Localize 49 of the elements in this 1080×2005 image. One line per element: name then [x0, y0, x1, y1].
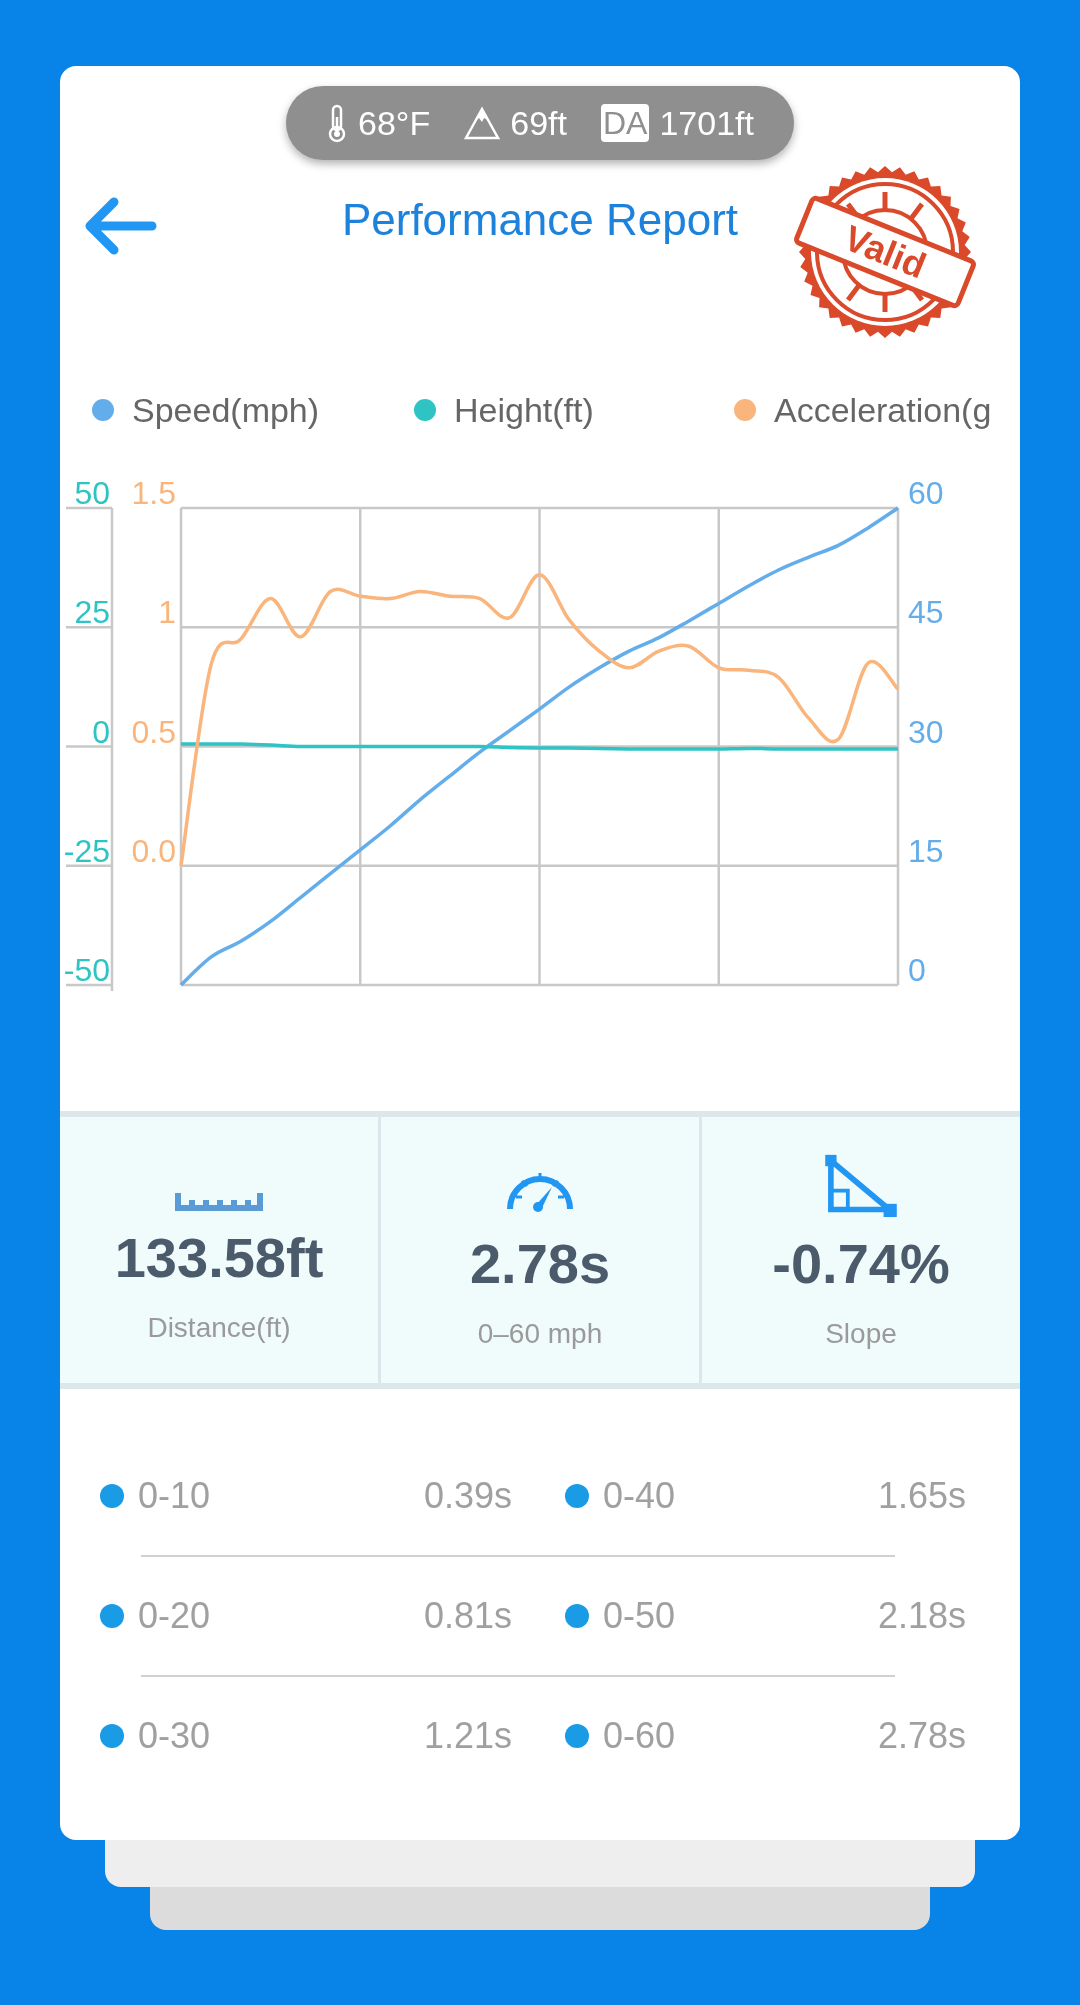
- stat-value: 2.78s: [469, 1231, 611, 1296]
- split-time: 0.81s: [423, 1595, 512, 1637]
- split-label: 0-20: [138, 1595, 211, 1637]
- legend-label: Speed(mph): [132, 390, 320, 430]
- legend-label: Acceleration(g: [774, 390, 992, 430]
- split-label: 0-50: [603, 1595, 676, 1637]
- stat-label: Slope: [825, 1318, 897, 1350]
- axis-label: 0.5: [131, 713, 176, 750]
- axis-label: 0: [92, 713, 110, 750]
- mountain-icon: [464, 106, 501, 140]
- split-time: 2.18s: [877, 1595, 966, 1637]
- bullet-dot: [565, 1604, 589, 1628]
- status-value: 1701ft: [659, 103, 754, 143]
- split-time: 0.39s: [423, 1475, 512, 1517]
- axis-label: 60: [908, 479, 944, 511]
- axis-label: 50: [74, 479, 110, 511]
- axis-label: 0: [908, 952, 926, 988]
- axis-label: 0.0: [131, 832, 176, 869]
- axis-label: 1: [158, 594, 176, 631]
- page-title: Performance Report: [341, 195, 739, 245]
- status-value: 68°F: [358, 103, 431, 143]
- bullet-dot: [565, 1724, 589, 1748]
- split-label: 0-60: [603, 1715, 676, 1757]
- axis-label: 30: [908, 713, 944, 750]
- da-badge: DA: [600, 104, 650, 142]
- bullet-dot: [100, 1604, 124, 1628]
- bullet-dot: [100, 1724, 124, 1748]
- split-label: 0-40: [603, 1475, 676, 1517]
- axis-label: -50: [63, 952, 110, 988]
- stat-value: -0.74%: [772, 1231, 950, 1296]
- split-time: 1.21s: [423, 1715, 512, 1757]
- bullet-dot: [565, 1484, 589, 1508]
- bullet-dot: [100, 1484, 124, 1508]
- axis-label: 1.5: [131, 479, 176, 511]
- stat-label: 0–60 mph: [477, 1318, 603, 1350]
- axis-label: -25: [63, 832, 110, 869]
- split-label: 0-30: [138, 1715, 211, 1757]
- stat-value: 133.58ft: [114, 1225, 324, 1290]
- axis-label: 15: [908, 832, 944, 869]
- split-time: 2.78s: [877, 1715, 966, 1757]
- ruler-icon: [175, 1193, 263, 1211]
- stamp-text: Valid: [838, 216, 932, 287]
- axis-label: 25: [74, 594, 110, 631]
- stat-label: Distance(ft): [147, 1312, 291, 1344]
- status-value: 69ft: [510, 103, 567, 143]
- legend-label: Height(ft): [454, 390, 594, 430]
- split-time: 1.65s: [877, 1475, 966, 1517]
- axis-label: 45: [908, 594, 944, 631]
- split-label: 0-10: [138, 1475, 211, 1517]
